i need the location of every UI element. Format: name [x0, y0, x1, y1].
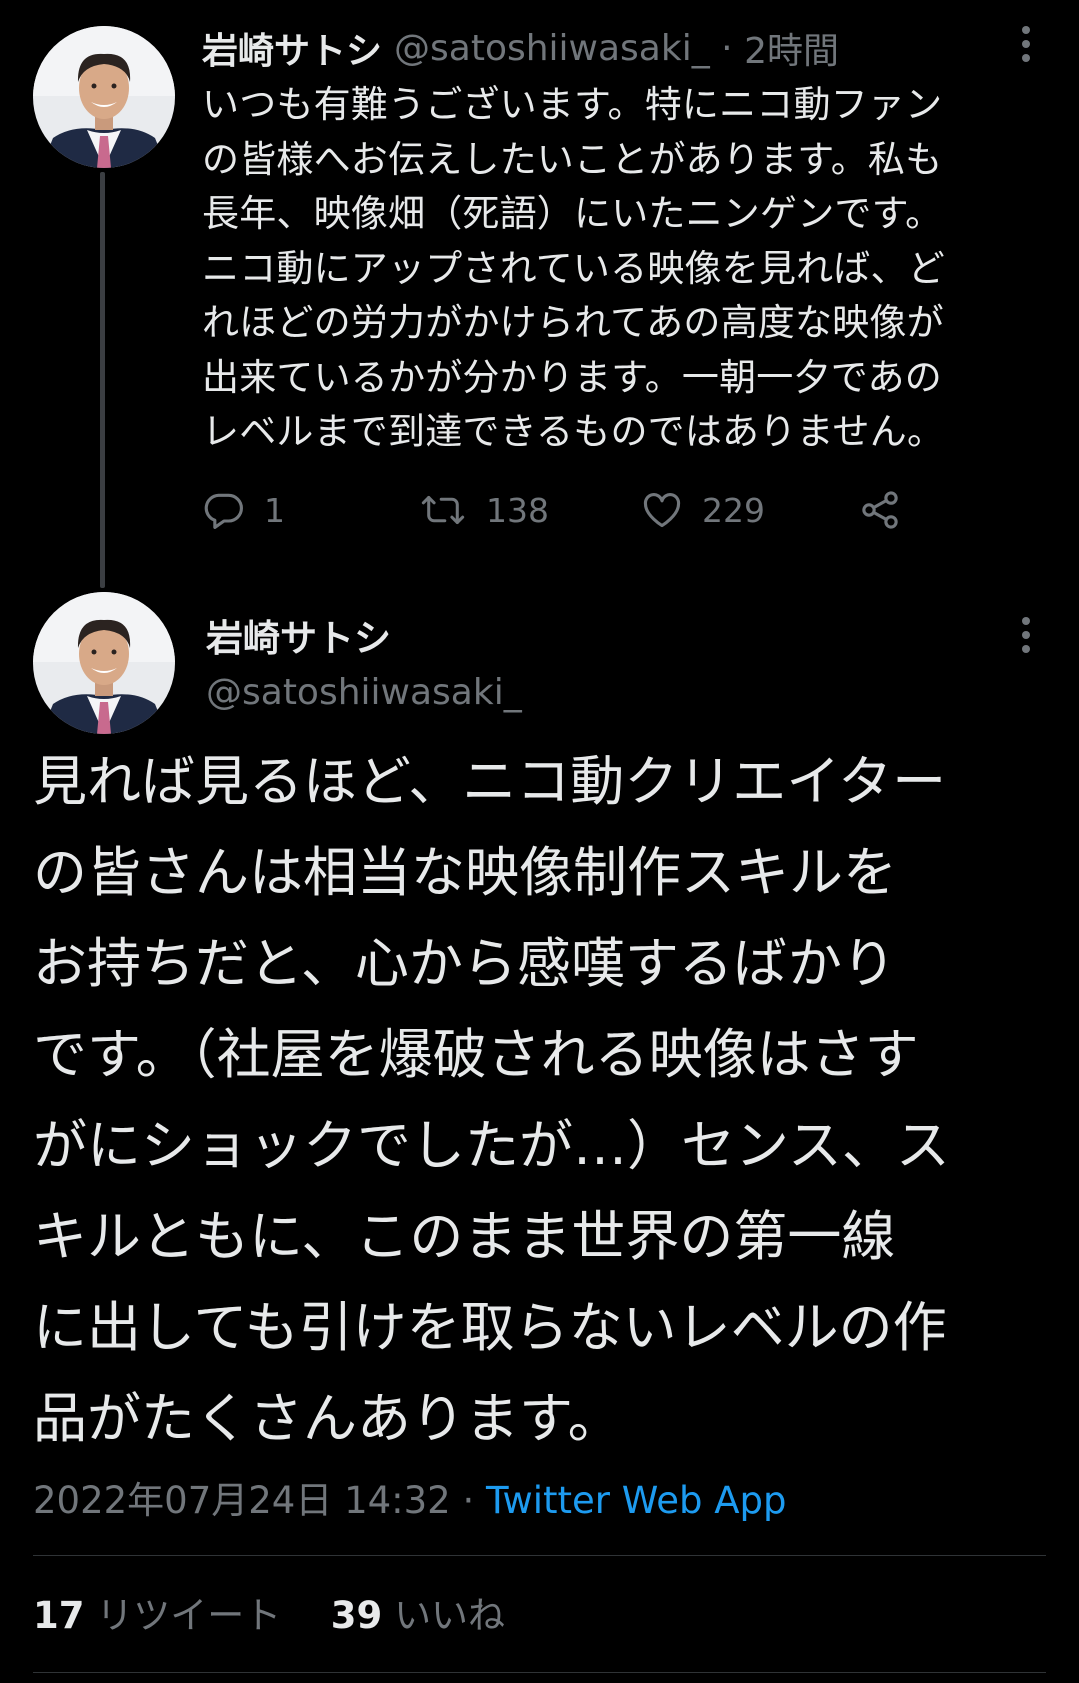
like-total: 39	[330, 1594, 383, 1637]
avatar[interactable]	[33, 592, 175, 734]
tweet-text-line: に出しても引けを取らないレベルの作	[33, 1296, 947, 1359]
header-separator: ·	[709, 27, 745, 69]
tweet-text-line: ニコ動にアップされている映像を見れば、ど	[202, 246, 945, 290]
tweet-thread-screen: 岩崎サトシ @satoshiiwasaki_ · 2時間 いつも有難うございます…	[0, 0, 1079, 1683]
avatar[interactable]	[33, 26, 175, 168]
tweet-source-link[interactable]: Twitter Web App	[486, 1479, 786, 1522]
user-handle[interactable]: @satoshiiwasaki_	[206, 672, 522, 713]
meta-separator: ·	[450, 1479, 487, 1522]
like-icon	[640, 488, 684, 532]
display-name[interactable]: 岩崎サトシ	[206, 608, 391, 662]
avatar-image	[33, 592, 175, 734]
more-options-icon[interactable]	[1020, 617, 1032, 653]
parent-tweet-text: いつも有難うございます。特にニコ動ファン の皆様へお伝えしたいことがあります。私…	[202, 78, 1047, 460]
reply-button[interactable]: 1	[202, 482, 285, 538]
retweets-stat[interactable]: 17 リツイート	[33, 1594, 281, 1637]
more-options-icon[interactable]	[1020, 26, 1032, 62]
tweet-text-line: 長年、映像畑（死語）にいたニンゲンです。	[202, 192, 943, 235]
tweet-stats: 17 リツイート 39 いいね	[33, 1585, 505, 1639]
like-button[interactable]: 229	[640, 482, 765, 538]
likes-stat[interactable]: 39 いいね	[331, 1594, 505, 1637]
share-icon	[858, 488, 902, 532]
tweet-text-line: れほどの労力がかけられてあの高度な映像が	[202, 301, 944, 344]
reply-count: 1	[264, 490, 285, 530]
avatar-image	[33, 26, 175, 168]
user-handle[interactable]: @satoshiiwasaki_	[394, 28, 710, 69]
like-label: いいね	[394, 1594, 506, 1637]
retweet-total: 17	[33, 1594, 85, 1637]
tweet-text-line: いつも有難うございます。特にニコ動ファン	[202, 83, 943, 126]
tweet-text-line: がにショックでしたが…）センス、ス	[33, 1114, 950, 1177]
tweet-text-line: です。（社屋を爆破される映像はさす	[33, 1023, 919, 1086]
retweet-count: 138	[486, 490, 549, 530]
divider	[33, 1555, 1046, 1556]
display-name[interactable]: 岩崎サトシ	[202, 22, 382, 74]
reply-icon	[202, 488, 246, 532]
like-count: 229	[702, 490, 765, 530]
parent-tweet-header: 岩崎サトシ @satoshiiwasaki_ · 2時間	[202, 22, 839, 74]
tweet-text-line: 出来ているかが分かります。一朝一夕であの	[202, 355, 942, 399]
tweet-text-line: お持ちだと、心から感嘆するばかり	[33, 932, 896, 995]
share-button[interactable]	[858, 482, 902, 538]
tweet-text-line: 見れば見るほど、ニコ動クリエイター	[33, 750, 947, 813]
tweet-text-line: キルともに、このまま世界の第一線	[33, 1205, 896, 1268]
tweet-text-line: の皆さんは相当な映像制作スキルを	[33, 841, 897, 904]
tweet-actions-bar: 1 138 229	[202, 482, 902, 538]
tweet-text-line: 品がたくさんあります。	[33, 1387, 622, 1450]
main-tweet-text: 見れば見るほど、ニコ動クリエイター の皆さんは相当な映像制作スキルを お持ちだと…	[33, 736, 1063, 1464]
tweet-timestamp[interactable]: 2022年07月24日 14:32	[33, 1479, 451, 1522]
retweet-button[interactable]: 138	[418, 482, 549, 538]
tweet-text-line: の皆様へお伝えしたいことがあります。私も	[202, 137, 943, 181]
tweet-meta: 2022年07月24日 14:32 · Twitter Web App	[33, 1470, 787, 1524]
divider	[33, 1672, 1046, 1673]
tweet-text-line: レベルまで到達できるものではありません。	[202, 410, 945, 453]
tweet-time[interactable]: 2時間	[744, 22, 839, 74]
retweet-icon	[418, 488, 468, 532]
thread-connector-line	[100, 172, 105, 588]
retweet-label: リツイート	[96, 1594, 282, 1637]
